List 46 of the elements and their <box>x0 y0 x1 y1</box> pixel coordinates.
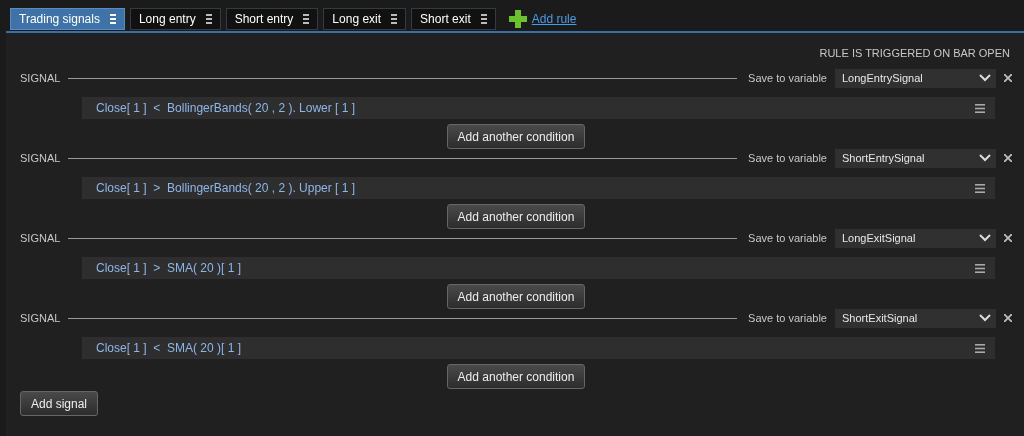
close-icon <box>1004 74 1012 82</box>
save-label: Save to variable <box>748 312 827 324</box>
menu-icon <box>975 343 985 353</box>
condition-row[interactable]: Close[ 1 ] < BollingerBands( 20 , 2 ). Lower [ 1 ] <box>82 97 995 119</box>
signal-label: SIGNAL <box>20 312 62 324</box>
chevron-down-icon <box>979 154 991 162</box>
menu-icon <box>975 103 985 113</box>
chevron-down-icon <box>979 314 991 322</box>
close-icon <box>1004 314 1012 322</box>
tab[interactable]: Long entry <box>129 8 221 30</box>
close-icon <box>1004 234 1012 242</box>
condition-row[interactable]: Close[ 1 ] > BollingerBands( 20 , 2 ). Upper [ 1 ] <box>82 177 995 199</box>
menu-icon <box>109 14 116 24</box>
condition-row[interactable]: Close[ 1 ] < SMA( 20 )[ 1 ] <box>82 337 995 359</box>
tab[interactable]: Short exit <box>411 8 496 30</box>
variable-dropdown[interactable]: LongExitSignal <box>835 228 996 248</box>
chevron-down-icon <box>979 234 991 242</box>
save-label: Save to variable <box>748 72 827 84</box>
menu-icon <box>975 263 985 273</box>
variable-dropdown[interactable]: ShortEntrySignal <box>835 148 996 168</box>
add-condition-button[interactable]: Add another condition <box>446 284 586 309</box>
variable-dropdown[interactable]: ShortExitSignal <box>835 308 996 328</box>
variable-dropdown[interactable]: LongEntrySignal <box>835 68 996 88</box>
menu-icon <box>303 14 310 24</box>
plus-icon <box>508 10 527 28</box>
trigger-note: RULE IS TRIGGERED ON BAR OPEN <box>818 46 1011 61</box>
signal-label: SIGNAL <box>20 232 62 244</box>
menu-icon <box>205 14 212 24</box>
tab[interactable]: Trading signals <box>10 8 125 30</box>
save-label: Save to variable <box>748 152 827 164</box>
chevron-down-icon <box>979 74 991 82</box>
condition-row[interactable]: Close[ 1 ] > SMA( 20 )[ 1 ] <box>82 257 995 279</box>
signal-label: SIGNAL <box>20 72 62 84</box>
add-signal-button[interactable]: Add signal <box>20 391 99 416</box>
add-rule-link[interactable]: Add rule <box>531 12 577 26</box>
add-condition-button[interactable]: Add another condition <box>446 364 586 389</box>
tab[interactable]: Short entry <box>225 8 319 30</box>
menu-icon <box>480 14 487 24</box>
add-condition-button[interactable]: Add another condition <box>446 204 586 229</box>
add-condition-button[interactable]: Add another condition <box>446 124 586 149</box>
signal-label: SIGNAL <box>20 152 62 164</box>
tab[interactable]: Long exit <box>323 8 407 30</box>
menu-icon <box>391 14 398 24</box>
menu-icon <box>975 183 985 193</box>
save-label: Save to variable <box>748 232 827 244</box>
close-icon <box>1004 154 1012 162</box>
